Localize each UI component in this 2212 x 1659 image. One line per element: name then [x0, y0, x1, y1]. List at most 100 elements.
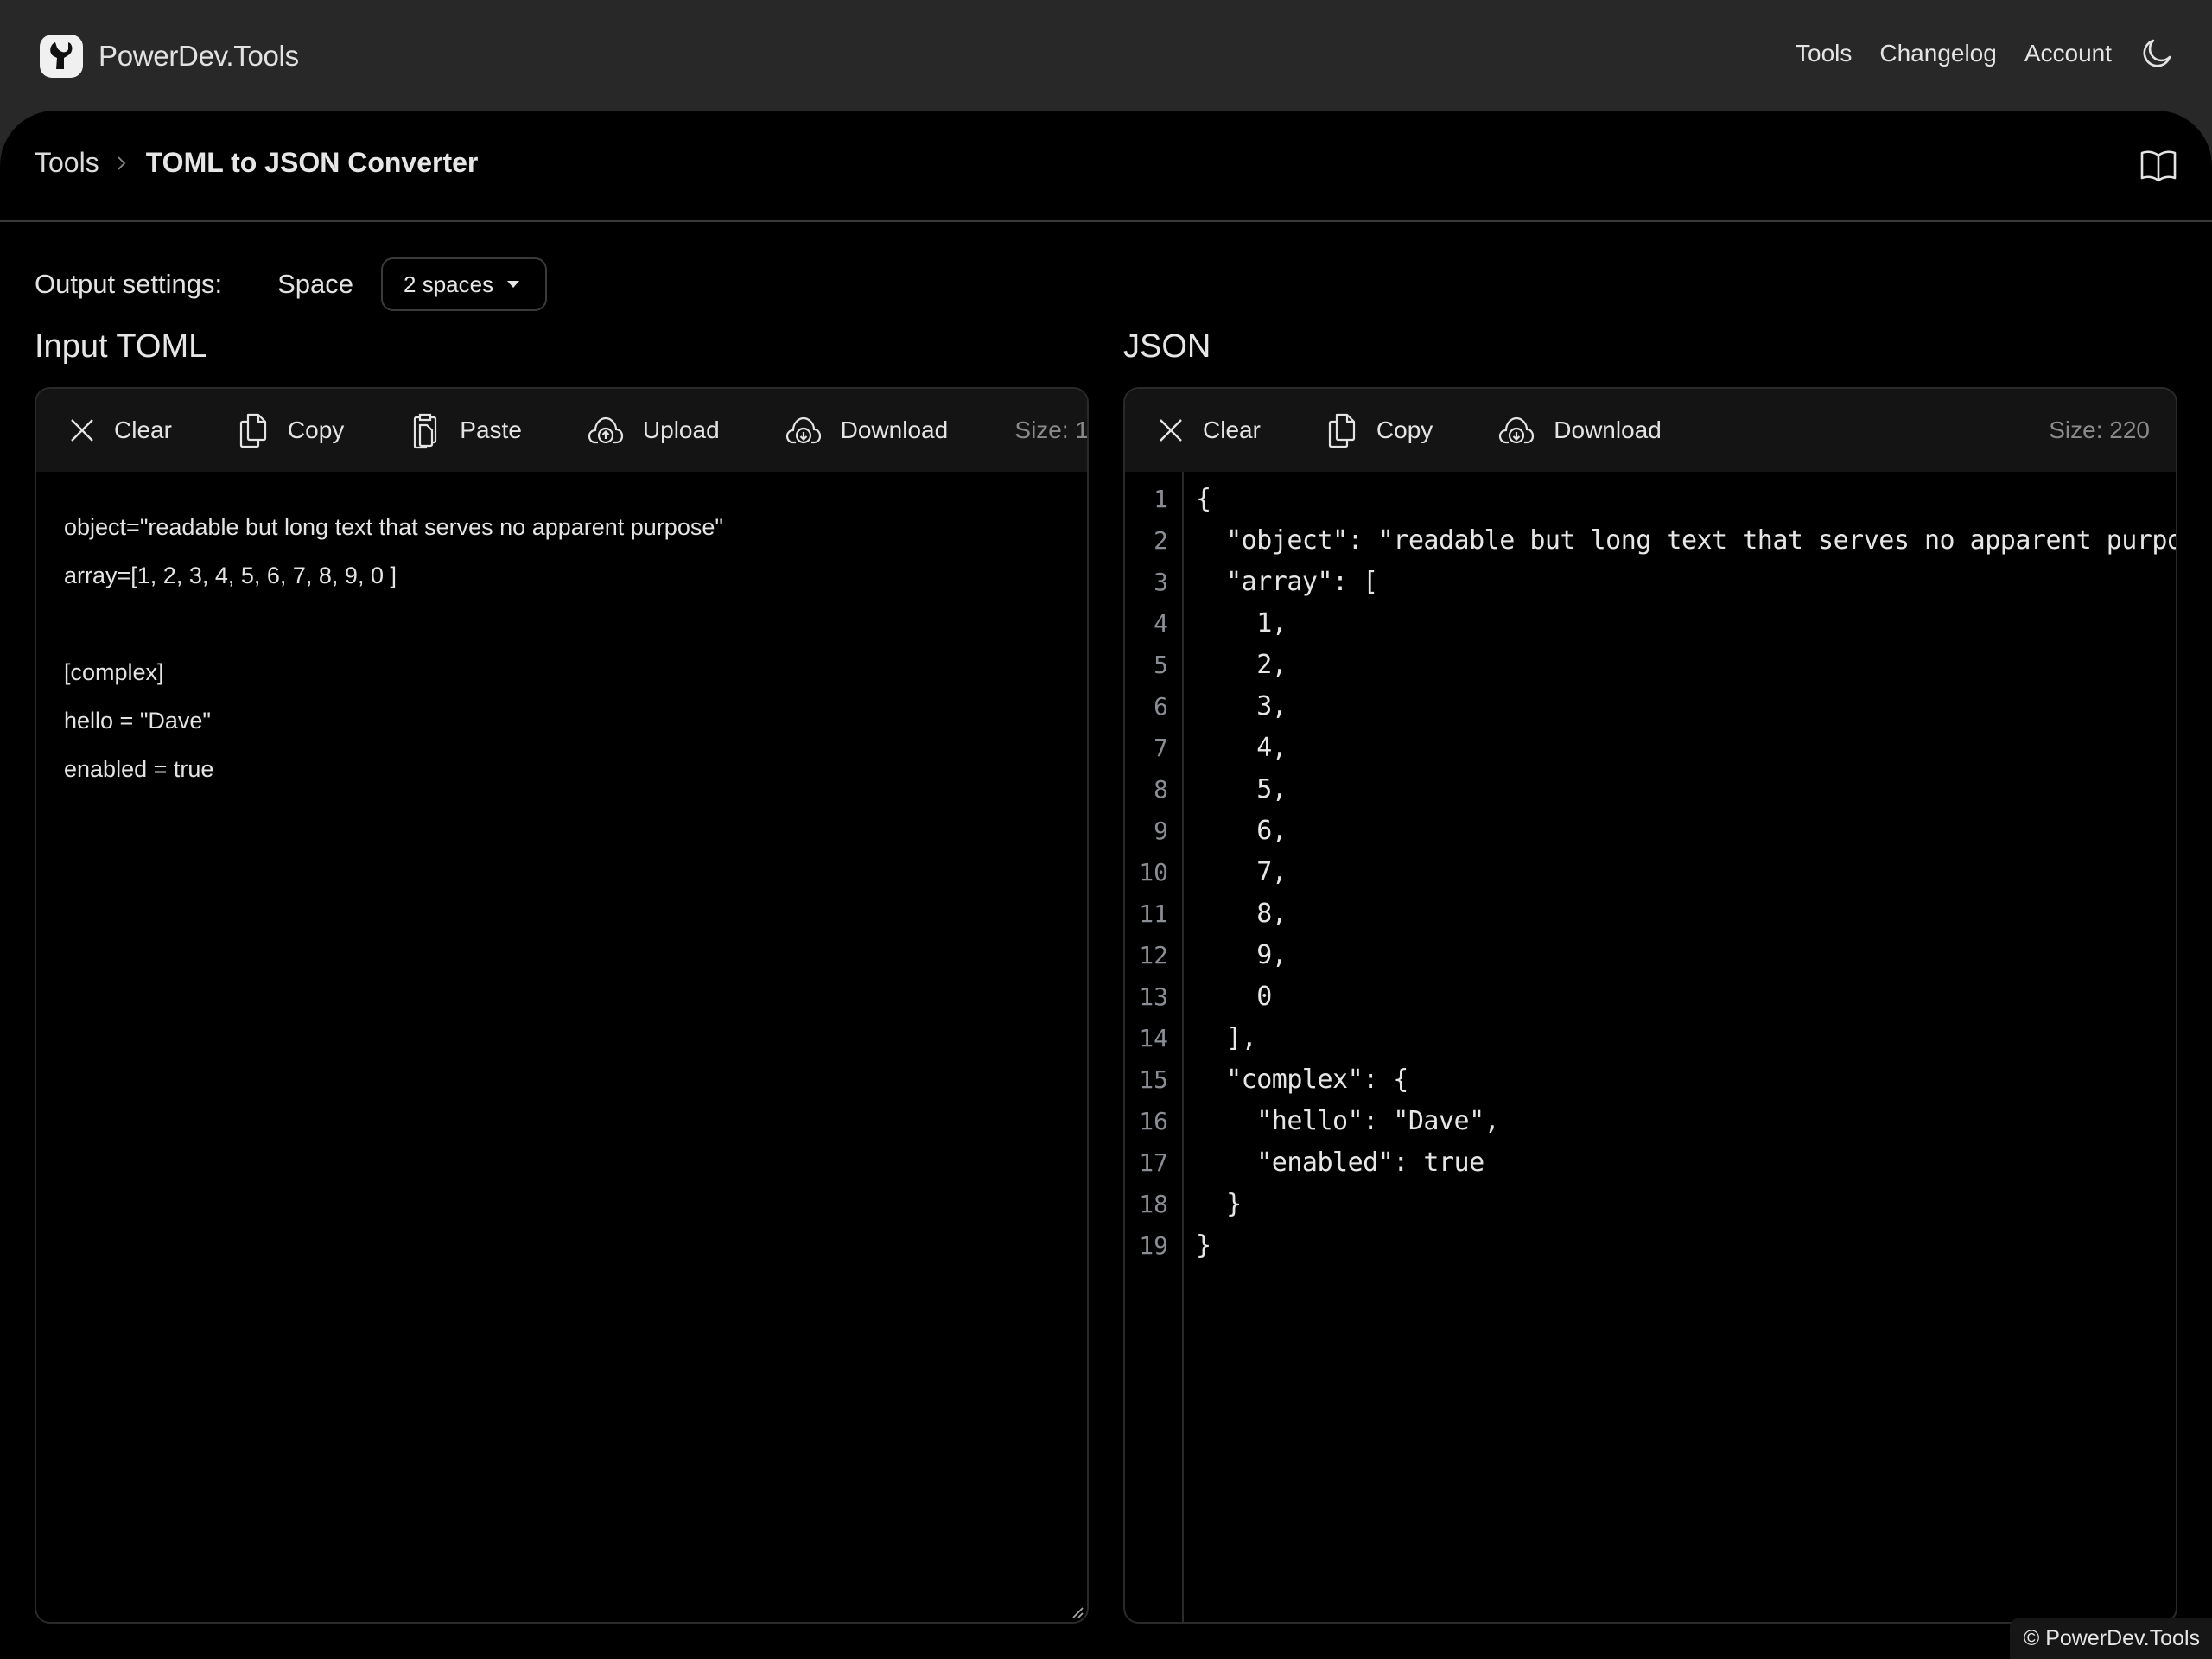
breadcrumb: Tools TOML to JSON Converter: [35, 147, 478, 179]
line-number: 19: [1139, 1231, 1168, 1260]
line-number: 4: [1154, 609, 1168, 638]
code-line: 6,: [1196, 816, 1287, 846]
line-number: 8: [1154, 775, 1168, 804]
code-line: 1,: [1196, 608, 1287, 639]
input-upload-button[interactable]: Upload: [588, 415, 720, 446]
code-line: ],: [1196, 1023, 1257, 1053]
output-toolbar: Clear Copy Download Size: 220: [1125, 389, 2176, 472]
wrench-logo-icon: [40, 35, 83, 78]
toml-input-textarea[interactable]: object="readable but long text that serv…: [36, 472, 1087, 824]
toml-line: array=[1, 2, 3, 4, 5, 6, 7, 8, 9, 0 ]: [64, 563, 397, 588]
output-pane-title: JSON: [1123, 328, 1211, 365]
paste-icon: [414, 413, 437, 449]
toml-line: [complex]: [64, 659, 164, 685]
code-line: "enabled": true: [1196, 1147, 1484, 1178]
download-label: Download: [1554, 416, 1662, 443]
line-number: 17: [1139, 1148, 1168, 1177]
code-line: 8,: [1196, 899, 1287, 929]
line-number: 11: [1139, 899, 1168, 928]
nav-changelog[interactable]: Changelog: [1879, 40, 1996, 67]
cloud-download-icon: [1499, 416, 1535, 444]
code-line: }: [1196, 1189, 1242, 1219]
input-size-label: Size: 1: [1014, 416, 1089, 443]
toml-line: object="readable but long text that serv…: [64, 514, 723, 540]
output-settings-label: Output settings:: [35, 269, 223, 299]
theme-toggle-button[interactable]: [2139, 36, 2174, 71]
copy-label: Copy: [287, 416, 345, 443]
resize-handle-icon[interactable]: [1071, 1606, 1084, 1618]
clear-label: Clear: [1203, 416, 1261, 443]
cloud-upload-icon: [588, 416, 624, 444]
json-code-lines[interactable]: { "object": "readable but long text that…: [1184, 472, 2176, 1622]
copy-label: Copy: [1376, 416, 1433, 443]
brand-link[interactable]: PowerDev.Tools: [40, 35, 299, 78]
input-paste-button[interactable]: Paste: [410, 411, 522, 449]
main-content: Tools TOML to JSON Converter Output sett…: [0, 111, 2212, 1659]
code-line: 0: [1196, 982, 1272, 1012]
chevron-right-icon: [117, 156, 127, 171]
space-label: Space: [277, 269, 354, 299]
main-nav: Tools Changelog Account: [1796, 33, 2212, 74]
output-copy-button[interactable]: Copy: [1326, 412, 1433, 448]
code-line: {: [1196, 484, 1211, 514]
code-line: 7,: [1196, 857, 1287, 887]
line-number: 12: [1139, 941, 1168, 969]
toml-line: enabled = true: [64, 756, 214, 782]
input-toolbar: Clear Copy Paste Upload Download Size: 1: [36, 389, 1087, 472]
line-number: 3: [1154, 568, 1168, 596]
breadcrumb-tools-link[interactable]: Tools: [35, 147, 99, 179]
book-icon: [2140, 150, 2177, 182]
page-title: TOML to JSON Converter: [145, 147, 479, 178]
top-navbar: PowerDev.Tools Tools Changelog Account: [0, 0, 2212, 111]
input-pane-title: Input TOML: [35, 328, 207, 365]
copy-icon: [1328, 413, 1356, 448]
line-number: 13: [1139, 982, 1168, 1011]
line-number: 16: [1139, 1107, 1168, 1135]
line-number: 2: [1154, 526, 1168, 555]
line-number: 6: [1154, 692, 1168, 721]
nav-tools[interactable]: Tools: [1796, 40, 1852, 67]
cloud-download-icon: [785, 416, 821, 444]
line-number: 18: [1139, 1190, 1168, 1218]
code-line: "array": [: [1196, 567, 1378, 597]
line-number: 1: [1154, 485, 1168, 513]
output-panel: Clear Copy Download Size: 220 1234567891…: [1123, 387, 2177, 1624]
input-panel: Clear Copy Paste Upload Download Size: 1…: [35, 387, 1089, 1624]
toml-line: hello = "Dave": [64, 708, 212, 734]
code-line: "hello": "Dave",: [1196, 1106, 1500, 1136]
code-line: 9,: [1196, 940, 1287, 970]
line-number: 7: [1154, 734, 1168, 762]
input-copy-button[interactable]: Copy: [238, 412, 344, 448]
code-line: }: [1196, 1230, 1211, 1261]
copy-icon: [239, 413, 267, 448]
line-number: 15: [1139, 1065, 1168, 1094]
nav-account[interactable]: Account: [2024, 40, 2112, 67]
line-number: 10: [1139, 858, 1168, 887]
code-line: "object": "readable but long text that s…: [1196, 525, 2176, 556]
space-select[interactable]: 2 spaces: [381, 257, 548, 311]
breadcrumb-bar: Tools TOML to JSON Converter: [0, 111, 2212, 222]
close-icon: [71, 419, 93, 442]
code-line: 5,: [1196, 774, 1287, 804]
code-line: "complex": {: [1196, 1065, 1408, 1095]
line-number: 9: [1154, 817, 1168, 845]
output-settings: Output settings: Space 2 spaces: [35, 257, 548, 311]
code-line: 3,: [1196, 691, 1287, 721]
json-output-editor[interactable]: 1 2 3 4 5 6 7 8 9 10 11 12 13 14 15 16 17 18 19 { "object"…: [1125, 472, 2176, 1622]
download-label: Download: [840, 416, 949, 443]
brand-name: PowerDev.Tools: [99, 40, 299, 72]
output-size-label: Size: 220: [2049, 416, 2150, 443]
input-download-button[interactable]: Download: [785, 415, 949, 446]
documentation-button[interactable]: [2139, 149, 2177, 183]
copyright-badge: © PowerDev.Tools: [2009, 1618, 2212, 1659]
caret-down-icon: [507, 281, 520, 288]
code-line: 4,: [1196, 733, 1287, 763]
close-icon: [1160, 419, 1182, 442]
line-number: 14: [1139, 1024, 1168, 1052]
output-download-button[interactable]: Download: [1498, 415, 1662, 446]
output-clear-button[interactable]: Clear: [1158, 416, 1261, 444]
input-clear-button[interactable]: Clear: [69, 416, 172, 444]
space-select-value: 2 spaces: [404, 270, 494, 297]
toml-line: [64, 600, 1059, 648]
moon-icon: [2143, 39, 2171, 67]
